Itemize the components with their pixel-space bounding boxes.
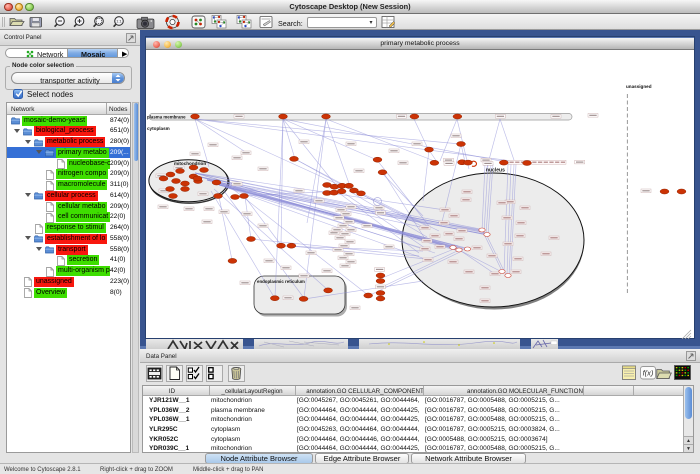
svg-text:nucleus: nucleus bbox=[486, 168, 505, 174]
svg-text:cytoplasm: cytoplasm bbox=[147, 126, 170, 131]
svg-text:f(x): f(x) bbox=[643, 369, 654, 378]
svg-text:unassigned: unassigned bbox=[626, 84, 652, 89]
svg-text:plasma membrane: plasma membrane bbox=[147, 115, 186, 120]
svg-text:endoplasmic reticulum: endoplasmic reticulum bbox=[257, 279, 305, 284]
svg-text:mitochondrion: mitochondrion bbox=[174, 161, 206, 166]
svg-text:1:1: 1:1 bbox=[116, 19, 122, 24]
